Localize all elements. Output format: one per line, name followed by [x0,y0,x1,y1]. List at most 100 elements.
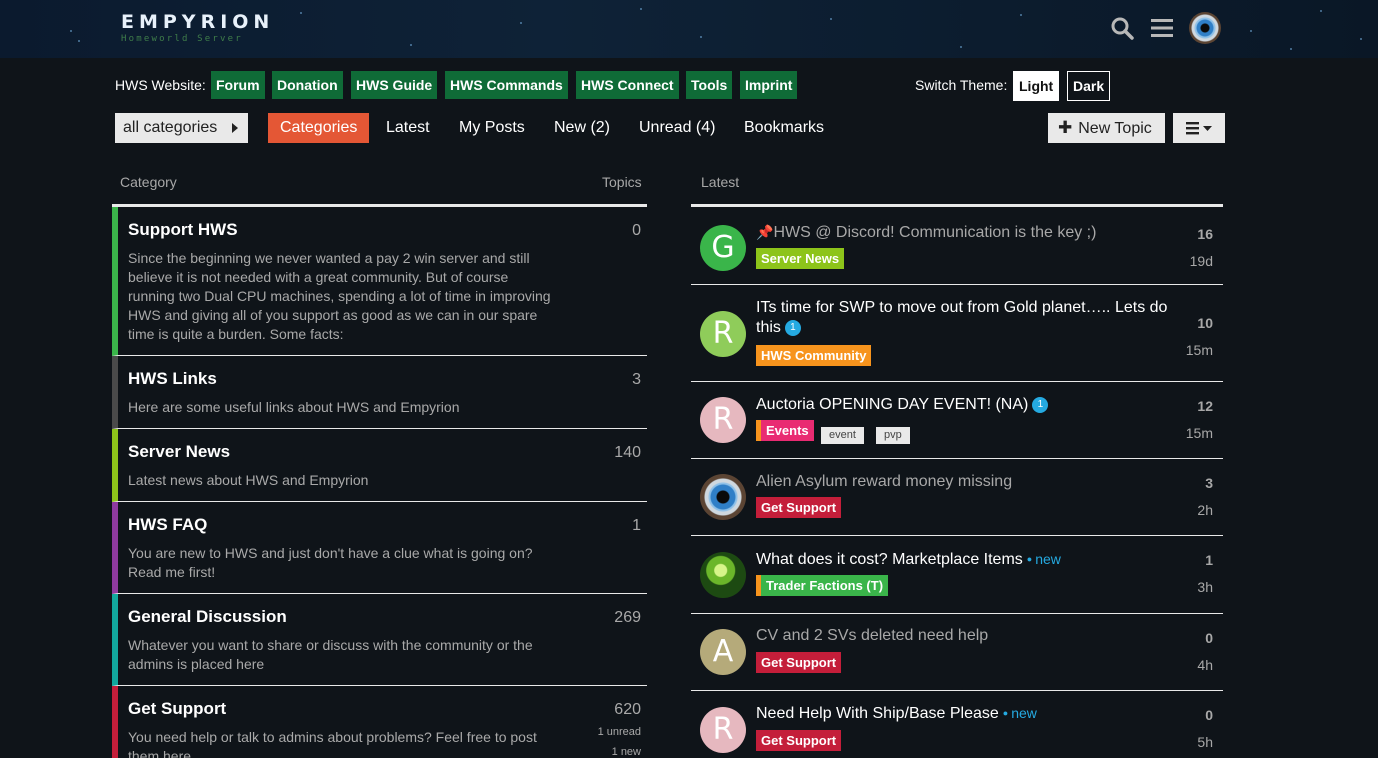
topic-row[interactable]: R Auctoria OPENING DAY EVENT! (NA) 1 Even… [691,382,1223,459]
topic-category-badge[interactable]: Get Support [756,497,842,518]
topic-row[interactable]: R ITs time for SWP to move out from Gold… [691,285,1223,382]
user-avatar[interactable] [1189,12,1221,44]
theme-dark-button[interactable]: Dark [1067,71,1111,101]
category-new-count[interactable]: 1 new [612,746,641,758]
topic-category-badge[interactable]: Server News [756,248,845,269]
link-hws-guide[interactable]: HWS Guide [351,71,438,99]
user-avatar[interactable]: A [700,629,746,675]
topic-activity-age[interactable]: 3h [1197,579,1213,595]
topic-activity-age[interactable]: 19d [1190,253,1213,269]
category-title[interactable]: HWS Links [128,369,647,389]
theme-switch-label: Switch Theme: [915,77,1008,93]
topic-post-count[interactable]: 16 [1197,226,1213,242]
user-avatar[interactable]: R [700,397,746,443]
topic-title[interactable]: ITs time for SWP to move out from Gold p… [756,298,1176,338]
topic-category-badge[interactable]: Events [756,420,814,441]
list-options-button[interactable] [1173,113,1225,143]
link-tools[interactable]: Tools [686,71,733,99]
topic-activity-age[interactable]: 2h [1197,502,1213,518]
category-row-server-news[interactable]: Server News Latest news about HWS and Em… [112,429,647,502]
category-topic-count: 0 [632,222,641,239]
search-icon[interactable] [1109,15,1135,41]
tab-unread[interactable]: Unread (4) [627,113,727,143]
category-description: Whatever you want to share or discuss wi… [128,637,533,672]
topic-row[interactable]: What does it cost? Marketplace Itemsnew … [691,536,1223,614]
topic-title[interactable]: What does it cost? Marketplace Itemsnew [756,549,1176,570]
category-topic-count: 620 [614,701,641,718]
topic-activity-age[interactable]: 15m [1186,342,1213,358]
link-hws-commands[interactable]: HWS Commands [445,71,568,99]
category-description: Since the beginning we never wanted a pa… [128,250,551,342]
topic-row[interactable]: R Need Help With Ship/Base Pleasenew Get… [691,691,1223,758]
topic-row[interactable]: A CV and 2 SVs deleted need help Get Sup… [691,614,1223,691]
category-description: Latest news about HWS and Empyrion [128,472,369,488]
site-links-bar: HWS Website: Forum Donation HWS Guide HW… [115,71,1225,101]
topic-row[interactable]: Alien Asylum reward money missing Get Su… [691,459,1223,536]
topic-title[interactable]: 📌HWS @ Discord! Communication is the key… [756,222,1176,243]
category-topic-count: 269 [614,609,641,626]
category-unread-count[interactable]: 1 unread [598,726,641,738]
topic-post-count[interactable]: 0 [1205,630,1213,646]
user-avatar[interactable]: R [700,707,746,753]
tab-new[interactable]: New (2) [542,113,622,143]
link-donation[interactable]: Donation [272,71,343,99]
category-list: Support HWS Since the beginning we never… [112,204,647,758]
category-topic-count: 3 [632,371,641,388]
topic-title[interactable]: CV and 2 SVs deleted need help [756,626,1176,646]
logo-subtitle: Homeworld Server [121,34,243,44]
new-topic-indicator[interactable]: new [1027,551,1061,567]
topic-title[interactable]: Auctoria OPENING DAY EVENT! (NA) 1 [756,395,1176,415]
category-title[interactable]: General Discussion [128,607,647,627]
topic-title[interactable]: Need Help With Ship/Base Pleasenew [756,703,1176,724]
category-dropdown[interactable]: all categories [115,113,248,143]
category-description: You need help or talk to admins about pr… [128,729,537,758]
tab-latest[interactable]: Latest [374,113,442,143]
planet-avatar[interactable] [700,552,746,598]
caret-right-icon [232,123,238,133]
category-title[interactable]: Support HWS [128,220,647,240]
link-imprint[interactable]: Imprint [740,71,798,99]
site-logo[interactable]: EMPYRION Homeworld Server [121,11,274,44]
user-avatar[interactable]: R [700,311,746,357]
category-title[interactable]: Get Support [128,699,647,719]
topic-row[interactable]: G 📌HWS @ Discord! Communication is the k… [691,207,1223,285]
tab-my-posts[interactable]: My Posts [447,113,537,143]
topic-activity-age[interactable]: 4h [1197,657,1213,673]
list-menu-icon [1186,122,1212,135]
tab-categories[interactable]: Categories [268,113,370,143]
topic-post-count[interactable]: 0 [1205,707,1213,723]
category-row-support-hws[interactable]: Support HWS Since the beginning we never… [112,207,647,356]
topic-tag[interactable]: pvp [876,427,910,444]
category-title[interactable]: Server News [128,442,647,462]
topic-title[interactable]: Alien Asylum reward money missing [756,472,1176,492]
topic-post-count[interactable]: 1 [1205,552,1213,568]
category-row-hws-links[interactable]: HWS Links Here are some useful links abo… [112,356,647,429]
topic-post-count[interactable]: 10 [1197,315,1213,331]
logo-name: EMPYRION [121,11,275,33]
topic-activity-age[interactable]: 15m [1186,425,1213,441]
link-forum[interactable]: Forum [211,71,265,99]
category-title[interactable]: HWS FAQ [128,515,647,535]
category-row-general-discussion[interactable]: General Discussion Whatever you want to … [112,594,647,686]
hamburger-icon[interactable] [1149,15,1175,41]
topic-category-badge[interactable]: Trader Factions (T) [756,575,889,596]
topic-category-badge[interactable]: Get Support [756,652,842,673]
theme-light-button[interactable]: Light [1013,71,1060,101]
user-avatar[interactable]: G [700,225,746,271]
unread-posts-badge[interactable]: 1 [784,320,801,336]
unread-posts-badge[interactable]: 1 [1032,397,1049,413]
category-row-get-support[interactable]: Get Support You need help or talk to adm… [112,686,647,758]
topic-activity-age[interactable]: 5h [1197,734,1213,750]
link-hws-connect[interactable]: HWS Connect [576,71,679,99]
eye-avatar[interactable] [700,474,746,520]
column-header-topics: Topics [602,174,642,190]
topic-category-badge[interactable]: Get Support [756,730,842,751]
new-topic-button[interactable]: ✚ New Topic [1048,113,1165,143]
tab-bookmarks[interactable]: Bookmarks [732,113,836,143]
category-row-hws-faq[interactable]: HWS FAQ You are new to HWS and just don'… [112,502,647,594]
topic-post-count[interactable]: 12 [1197,398,1213,414]
topic-post-count[interactable]: 3 [1205,475,1213,491]
topic-tag[interactable]: event [821,427,864,444]
new-topic-indicator[interactable]: new [1003,705,1037,721]
topic-category-badge[interactable]: HWS Community [756,345,872,366]
